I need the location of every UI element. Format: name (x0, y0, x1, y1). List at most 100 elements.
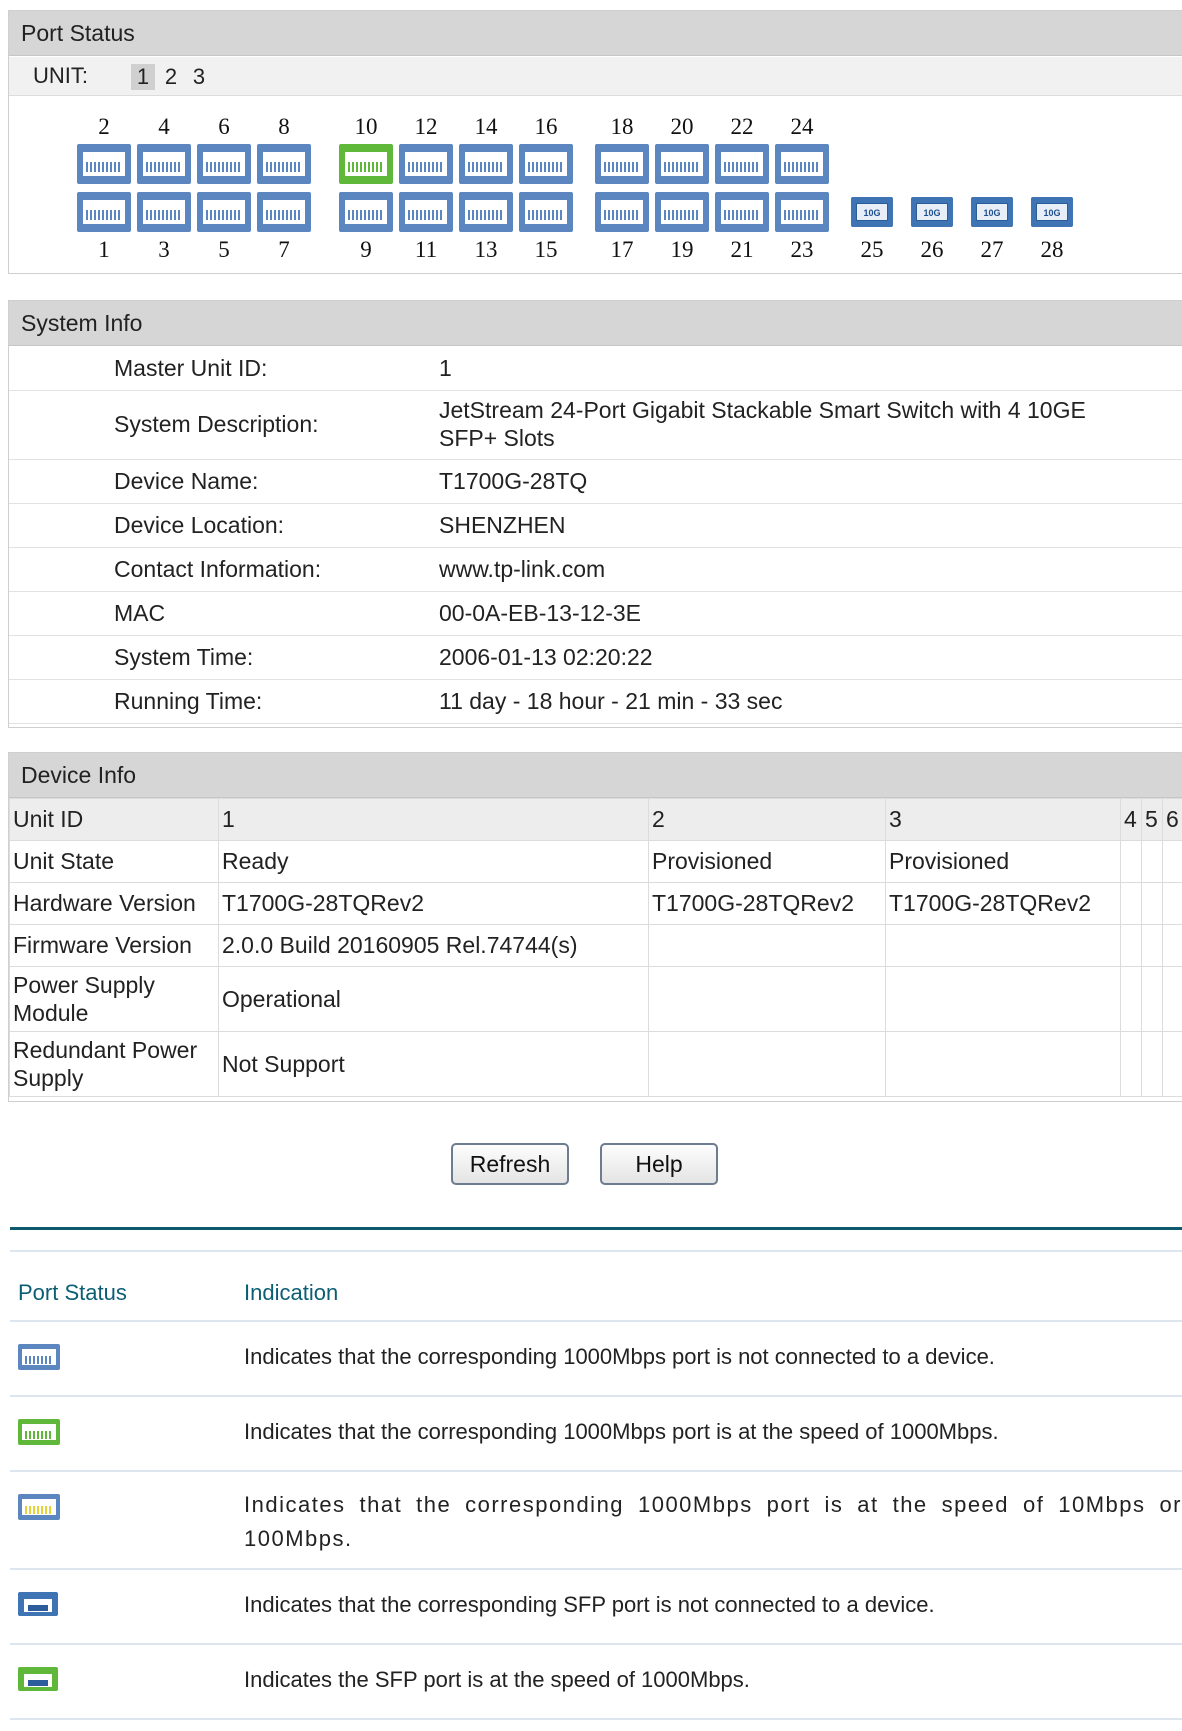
port-12-icon[interactable] (399, 144, 453, 184)
port-number-3: 3 (158, 237, 170, 262)
system-info-label: Master Unit ID: (114, 355, 268, 381)
port-5-icon[interactable] (197, 192, 251, 232)
refresh-button[interactable]: Refresh (451, 1143, 569, 1185)
port-number-12: 12 (414, 114, 438, 139)
legend-indication-text: Indicates that the corresponding 1000Mbp… (244, 1492, 1182, 1551)
legend-rule (10, 1250, 1182, 1252)
system-info-row: MAC 00-0A-EB-13-12-3E (9, 591, 1182, 636)
port-16-icon[interactable] (519, 144, 573, 184)
section-divider (10, 1227, 1182, 1230)
help-button[interactable]: Help (600, 1143, 718, 1185)
port-13-icon[interactable] (459, 192, 513, 232)
port-number-1: 1 (98, 237, 110, 262)
device-info-cell: Firmware Version (9, 924, 219, 967)
system-info-row: System Time: 2006-01-13 02:20:22 (9, 635, 1182, 680)
port-6-icon[interactable] (197, 144, 251, 184)
sfp-port-25-icon[interactable]: 10G (851, 197, 893, 227)
port-number-19: 19 (670, 237, 694, 262)
port-4-icon[interactable] (137, 144, 191, 184)
port-number-23: 23 (790, 237, 814, 262)
unit-label: UNIT: (33, 63, 88, 88)
device-info-cell (648, 966, 886, 1032)
device-info-cell: Unit State (9, 840, 219, 883)
device-info-cell (885, 966, 1121, 1032)
port-3-icon[interactable] (137, 192, 191, 232)
system-info-row: Contact Information: www.tp-link.com (9, 547, 1182, 592)
port-number-15: 15 (534, 237, 558, 262)
sfp-port-27-icon[interactable]: 10G (971, 197, 1013, 227)
sfp-port-28-icon[interactable]: 10G (1031, 197, 1073, 227)
port-7-icon[interactable] (257, 192, 311, 232)
system-info-label: System Time: (114, 644, 254, 670)
device-info-cell (1162, 882, 1182, 925)
device-info-cell (885, 924, 1121, 967)
port-number-24: 24 (790, 114, 814, 139)
port-8-icon[interactable] (257, 144, 311, 184)
system-info-label: System Description: (114, 411, 319, 437)
unit-tab-3[interactable]: 3 (187, 64, 211, 90)
system-info-label: MAC (114, 600, 166, 626)
port-status-title: Port Status (9, 11, 1182, 56)
system-info-row: Master Unit ID: 1 (9, 346, 1182, 391)
rj45-port-disconnected-icon-shape (18, 1344, 60, 1370)
device-info-cell (1120, 924, 1142, 967)
device-info-header-cell: 4 (1120, 798, 1142, 841)
port-10-icon[interactable] (339, 144, 393, 184)
system-info-row: Device Name: T1700G-28TQ (9, 459, 1182, 504)
device-info-row: Hardware Version T1700G-28TQRev2 T1700G-28… (9, 882, 1182, 925)
device-info-cell: Redundant Power Supply (9, 1031, 219, 1097)
port-20-icon[interactable] (655, 144, 709, 184)
legend-indication-text: Indicates that the corresponding 1000Mbp… (244, 1344, 995, 1369)
port-number-4: 4 (158, 114, 170, 139)
port-2-icon[interactable] (77, 144, 131, 184)
device-info-cell: Provisioned (885, 840, 1121, 883)
device-info-cell: Not Support (218, 1031, 649, 1097)
system-info-value: 11 day - 18 hour - 21 min - 33 sec (439, 688, 783, 714)
port-18-icon[interactable] (595, 144, 649, 184)
system-info-label: Running Time: (114, 688, 263, 714)
port-22-icon[interactable] (715, 144, 769, 184)
unit-selector: UNIT: 1 2 3 (9, 57, 1182, 96)
port-number-17: 17 (610, 237, 634, 262)
legend-row-divider (10, 1320, 1182, 1322)
port-24-icon[interactable] (775, 144, 829, 184)
port-status-panel: Port Status UNIT: 1 2 3 2 4 6 8 10 12 14 16 18 20… (8, 10, 1182, 274)
device-info-cell (648, 1031, 886, 1097)
sfp-port-26-icon[interactable]: 10G (911, 197, 953, 227)
system-info-value: 2006-01-13 02:20:22 (439, 644, 653, 670)
port-9-icon[interactable] (339, 192, 393, 232)
legend-header-indication: Indication (244, 1280, 339, 1305)
port-19-icon[interactable] (655, 192, 709, 232)
port-17-icon[interactable] (595, 192, 649, 232)
port-number-28: 28 (1040, 237, 1064, 262)
port-number-25: 25 (860, 237, 884, 262)
port-21-icon[interactable] (715, 192, 769, 232)
port-1-icon[interactable] (77, 192, 131, 232)
port-number-9: 9 (360, 237, 372, 262)
port-11-icon[interactable] (399, 192, 453, 232)
device-info-cell (1141, 840, 1163, 883)
device-info-cell (1120, 1031, 1142, 1097)
device-info-cell (1162, 966, 1182, 1032)
system-info-title: System Info (9, 301, 1182, 346)
device-info-cell: Ready (218, 840, 649, 883)
unit-tab-2[interactable]: 2 (159, 64, 183, 90)
device-info-header-cell: Unit ID (9, 798, 219, 841)
port-number-16: 16 (534, 114, 558, 139)
port-15-icon[interactable] (519, 192, 573, 232)
device-info-cell (1120, 840, 1142, 883)
port-number-13: 13 (474, 237, 498, 262)
system-info-label: Device Location: (114, 512, 285, 538)
port-number-22: 22 (730, 114, 754, 139)
legend-row-divider (10, 1470, 1182, 1472)
port-14-icon[interactable] (459, 144, 513, 184)
device-info-cell (1162, 924, 1182, 967)
unit-tab-1[interactable]: 1 (131, 64, 155, 90)
device-info-table: Unit ID 1 2 3 4 5 6 Unit State Ready Provisioned P… (9, 798, 1182, 1097)
device-info-cell: T1700G-28TQRev2 (648, 882, 886, 925)
device-info-header-cell: 1 (218, 798, 649, 841)
device-info-cell (1120, 966, 1142, 1032)
device-info-cell: T1700G-28TQRev2 (218, 882, 649, 925)
port-23-icon[interactable] (775, 192, 829, 232)
device-info-cell (1162, 840, 1182, 883)
